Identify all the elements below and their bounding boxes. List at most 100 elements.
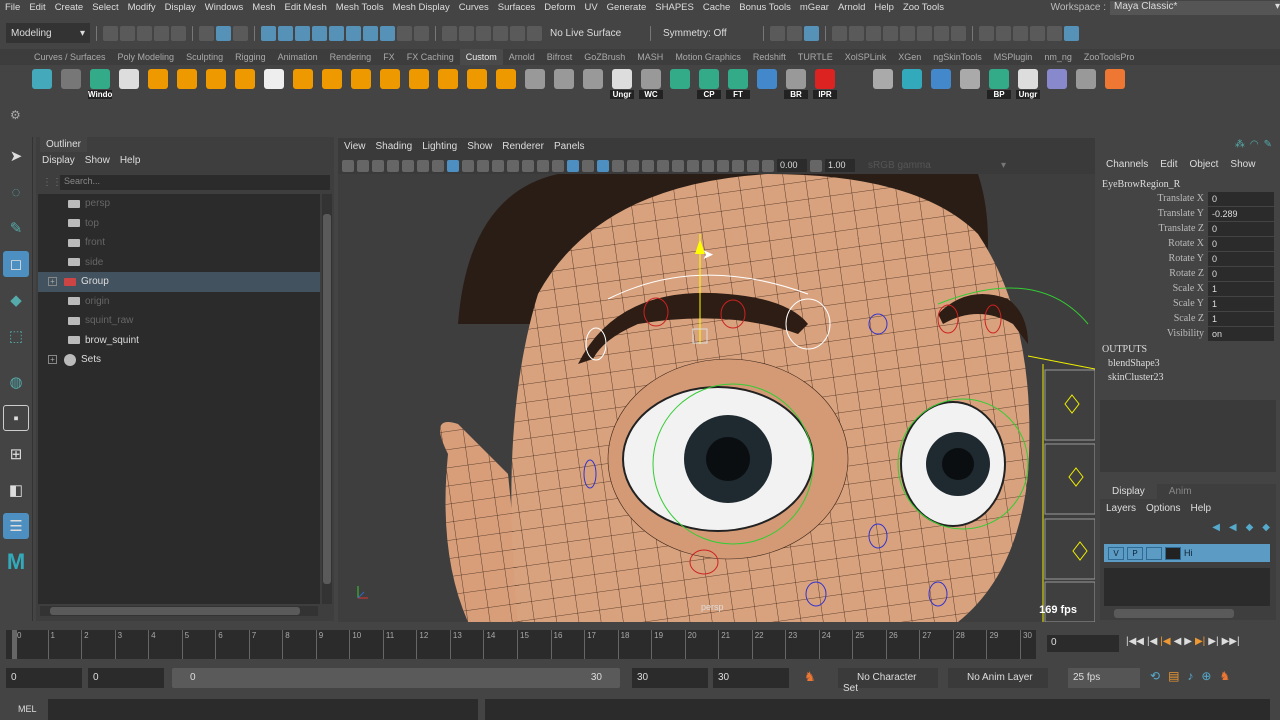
human-ik-icon[interactable] [1013,25,1028,41]
tab-anim[interactable]: Anim [1157,484,1204,499]
output-node[interactable]: skinCluster23 [1102,372,1164,383]
hypershade-icon[interactable] [900,25,915,41]
channel-label[interactable]: Translate Y [1098,208,1208,219]
shelf-tab[interactable]: MASH [631,49,669,65]
xray-joints-icon[interactable] [717,159,729,172]
open-scene-icon[interactable] [120,25,135,41]
range-bar[interactable]: 0 30 [172,668,620,688]
outliner-layout-icon[interactable]: ☰ [3,513,29,539]
pen-icon[interactable] [432,159,444,172]
single-view-icon[interactable]: ▪ [3,405,29,431]
settings-cube-icon[interactable] [1045,69,1069,95]
menu-edit-mesh[interactable]: Edit Mesh [285,2,327,13]
blocks-icon[interactable] [436,69,460,95]
render-frame-icon[interactable] [832,25,847,41]
select-hierarchy-icon[interactable] [199,25,214,41]
lock-icon[interactable] [397,25,412,41]
backface-icon[interactable] [747,159,759,172]
safe-title-icon[interactable] [537,159,549,172]
ipr-icon[interactable]: IPR [813,69,837,99]
fps-dropdown[interactable]: 25 fps [1068,668,1140,688]
maya-m-icon[interactable] [59,69,83,95]
viewport-menu-renderer[interactable]: Renderer [502,141,544,152]
menu-edit[interactable]: Edit [29,2,45,13]
screen-ao-icon[interactable] [657,159,669,172]
channel-value[interactable]: -0.289 [1208,206,1274,221]
menu-options[interactable]: Options [1146,503,1180,514]
node-editor-icon[interactable]: ⁂ [1235,139,1245,150]
default-material-icon[interactable] [582,159,594,172]
channel-label[interactable]: Rotate Y [1098,253,1208,264]
grid-icon[interactable] [447,159,459,172]
shelf-tab[interactable]: ZooToolsPro [1078,49,1141,65]
menu-set-dropdown[interactable]: Modeling ▾ [6,23,90,43]
ungroup-icon[interactable]: Ungr [610,69,634,99]
scene-end-field[interactable]: 30 [713,668,789,688]
cube-icon[interactable] [204,69,228,95]
anim-layer-dropdown[interactable]: No Anim Layer [948,668,1048,688]
paint-icon[interactable]: ✎ [1264,139,1272,150]
channel-scale-y[interactable]: Scale Y1 [1098,296,1274,311]
smooth-shade-icon[interactable] [567,159,579,172]
antialias-icon[interactable] [687,159,699,172]
snap-grid-icon[interactable] [442,25,457,41]
next-key-icon[interactable]: ▶| [1195,636,1205,647]
channel-label[interactable]: Translate Z [1098,223,1208,234]
select-surfaces-icon[interactable] [312,25,327,41]
viewport-menu-panels[interactable]: Panels [554,141,585,152]
workspace-selector[interactable]: Workspace : Maya Classic* ▾ [1051,0,1280,15]
xgen-icon[interactable] [30,69,54,95]
four-view-icon[interactable]: ⊞ [3,441,29,467]
outliner-search-input[interactable]: Search... [60,175,330,190]
channels-menu-object[interactable]: Object [1190,159,1219,170]
expand-icon[interactable]: + [48,277,57,287]
select-rendering-icon[interactable] [363,25,378,41]
outliner-item-top[interactable]: top [38,214,320,234]
outliner-item-side[interactable]: side [38,253,320,273]
gear-icon[interactable]: ⚙ [10,108,21,122]
step-forward-icon[interactable]: ▶| [1208,636,1218,647]
egg-icon[interactable] [494,69,518,95]
ladder-icon[interactable] [581,69,605,95]
step-back-icon[interactable]: |◀ [1147,636,1157,647]
undo-icon[interactable] [154,25,169,41]
input-ops-icon[interactable] [770,25,785,41]
outliner-item-squint-raw[interactable]: squint_raw [38,311,320,331]
lasso-tool-icon[interactable]: ◌ [3,179,29,205]
snap-view-icon[interactable] [493,25,508,41]
panel-icon[interactable] [552,69,576,95]
new-layer-icon[interactable]: ◆ [1246,522,1254,533]
current-time-marker[interactable] [12,630,17,659]
bp-icon[interactable]: BP [987,69,1011,99]
channel-label[interactable]: Scale Y [1098,298,1208,309]
menu-zoo-tools[interactable]: Zoo Tools [903,2,944,13]
channel-value[interactable]: 0 [1208,221,1274,236]
tower-icon[interactable] [146,69,170,95]
shelf-tab[interactable]: Rendering [324,49,378,65]
layer-row-hi[interactable]: V P Hi [1104,544,1270,562]
wireframe-icon[interactable] [552,159,564,172]
ungroup2-icon[interactable]: Ungr [1016,69,1040,99]
channel-box-icon[interactable] [1064,25,1079,41]
shadows-icon[interactable] [642,159,654,172]
snap-surface-icon[interactable] [510,25,525,41]
anim-prefs-icon[interactable]: ⊕ [1201,669,1211,683]
viewport-menu-shading[interactable]: Shading [376,141,413,152]
channel-label[interactable]: Scale X [1098,283,1208,294]
layer-color-swatch[interactable] [1165,546,1181,560]
channel-value[interactable]: 0 [1208,236,1274,251]
shelf-tab[interactable]: FX [377,49,401,65]
sphere-icon[interactable] [378,69,402,95]
rotate-tool-icon[interactable]: ◆ [3,287,29,313]
channel-value[interactable]: 0 [1208,191,1274,206]
empty-slot-icon[interactable] [842,69,866,95]
outliner-item-Sets[interactable]: + Sets [38,350,320,370]
time-slider-track[interactable]: 0 1 2 3 4 5 6 7 8 9 10 11 12 13 14 15 16 17 18 19 20 21 22 23 24… [6,630,1036,659]
outliner-horizontal-scrollbar[interactable] [40,606,318,616]
menu-deform[interactable]: Deform [544,2,575,13]
move-tool-icon[interactable]: ◻ [3,251,29,277]
channel-label[interactable]: Translate X [1098,193,1208,204]
select-component-icon[interactable] [233,25,248,41]
render-view-icon[interactable] [917,25,932,41]
menu-modify[interactable]: Modify [128,2,156,13]
